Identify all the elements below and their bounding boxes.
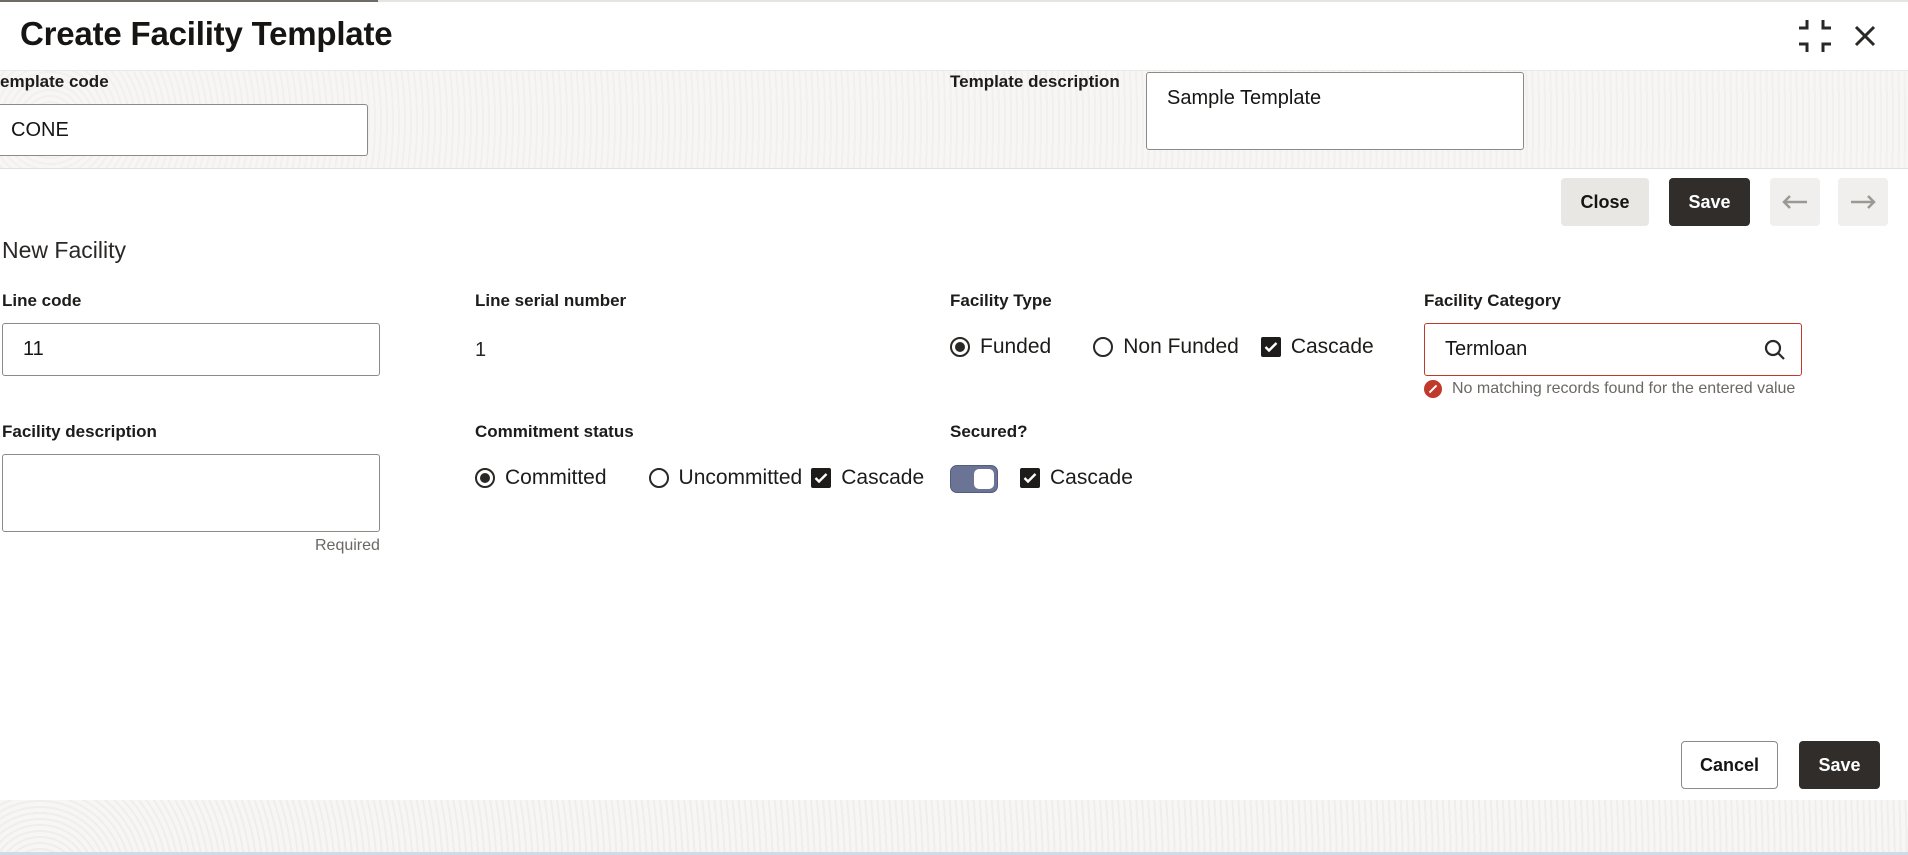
template-code-input[interactable]: CONE xyxy=(0,104,368,156)
previous-button[interactable] xyxy=(1770,178,1820,226)
line-code-value: 11 xyxy=(23,338,44,360)
uncommitted-label: Uncommitted xyxy=(678,466,803,489)
template-code-label: emplate code xyxy=(0,72,109,91)
top-tab-indicator xyxy=(0,0,378,2)
cancel-button[interactable]: Cancel xyxy=(1681,741,1778,789)
secured-cascade-group: Cascade xyxy=(1020,466,1133,490)
arrow-right-icon xyxy=(1851,195,1876,209)
facility-type-cascade-checkbox[interactable] xyxy=(1260,337,1281,357)
section-title: New Facility xyxy=(2,237,126,263)
radio-uncommitted[interactable] xyxy=(648,468,669,488)
secured-cascade-checkbox[interactable] xyxy=(1020,468,1040,488)
facility-description-label: Facility description xyxy=(2,422,157,441)
commitment-cascade-checkbox[interactable] xyxy=(811,468,832,488)
error-icon xyxy=(1424,380,1442,398)
dialog-title: Create Facility Template xyxy=(20,15,393,52)
facility-category-input[interactable]: Termloan xyxy=(1424,323,1802,376)
facility-category-label: Facility Category xyxy=(1424,291,1561,310)
save-button[interactable]: Save xyxy=(1669,178,1750,226)
radio-funded[interactable] xyxy=(950,337,970,357)
facility-type-non-funded-option[interactable]: Non Funded xyxy=(1093,335,1239,359)
footer-save-button[interactable]: Save xyxy=(1799,741,1880,789)
commitment-status-group: Committed Uncommitted Cascade xyxy=(475,466,924,490)
search-icon[interactable] xyxy=(1763,338,1787,362)
secured-cascade-option[interactable]: Cascade xyxy=(1020,466,1133,490)
line-code-label: Line code xyxy=(2,291,82,310)
facility-category-error-text: No matching records found for the entere… xyxy=(1452,380,1796,397)
toggle-knob xyxy=(974,469,994,489)
facility-type-cascade-option[interactable]: Cascade xyxy=(1260,335,1374,359)
checkmark-icon xyxy=(1264,342,1278,353)
committed-label: Committed xyxy=(505,466,607,489)
arrow-left-icon xyxy=(1782,195,1807,209)
secured-label: Secured? xyxy=(950,422,1028,441)
commitment-cascade-option[interactable]: Cascade xyxy=(811,466,924,490)
non-funded-label: Non Funded xyxy=(1123,335,1239,358)
facility-type-group: Funded Non Funded Cascade xyxy=(950,335,1374,359)
funded-label: Funded xyxy=(980,335,1052,358)
checkmark-icon xyxy=(814,473,828,484)
radio-committed[interactable] xyxy=(475,468,495,488)
checkmark-icon xyxy=(1023,473,1037,484)
line-serial-label: Line serial number xyxy=(475,291,627,310)
secured-cascade-label: Cascade xyxy=(1050,466,1133,489)
secured-toggle[interactable] xyxy=(950,465,998,493)
collapse-icon[interactable] xyxy=(1797,18,1833,54)
commitment-cascade-label: Cascade xyxy=(841,466,925,489)
facility-description-input[interactable] xyxy=(2,454,380,532)
next-button[interactable] xyxy=(1838,178,1888,226)
close-button[interactable]: Close xyxy=(1561,178,1649,226)
commitment-uncommitted-option[interactable]: Uncommitted xyxy=(648,466,803,490)
footer-band xyxy=(0,800,1908,855)
facility-type-label: Facility Type xyxy=(950,291,1052,310)
facility-category-error: No matching records found for the entere… xyxy=(1424,380,1795,398)
facility-type-funded-option[interactable]: Funded xyxy=(950,335,1051,359)
close-icon[interactable] xyxy=(1847,18,1883,54)
radio-non-funded[interactable] xyxy=(1093,337,1114,357)
facility-description-helper: Required xyxy=(315,537,380,554)
facility-type-cascade-label: Cascade xyxy=(1290,335,1374,358)
line-code-input[interactable]: 11 xyxy=(2,323,380,376)
template-description-input[interactable]: Sample Template xyxy=(1146,72,1524,150)
commitment-committed-option[interactable]: Committed xyxy=(475,466,607,490)
line-serial-value: 1 xyxy=(475,339,487,361)
template-description-value: Sample Template xyxy=(1167,87,1322,109)
template-code-value: CONE xyxy=(11,118,69,141)
template-description-label: Template description xyxy=(950,72,1120,91)
commitment-status-label: Commitment status xyxy=(475,422,634,441)
facility-category-value: Termloan xyxy=(1445,338,1528,360)
